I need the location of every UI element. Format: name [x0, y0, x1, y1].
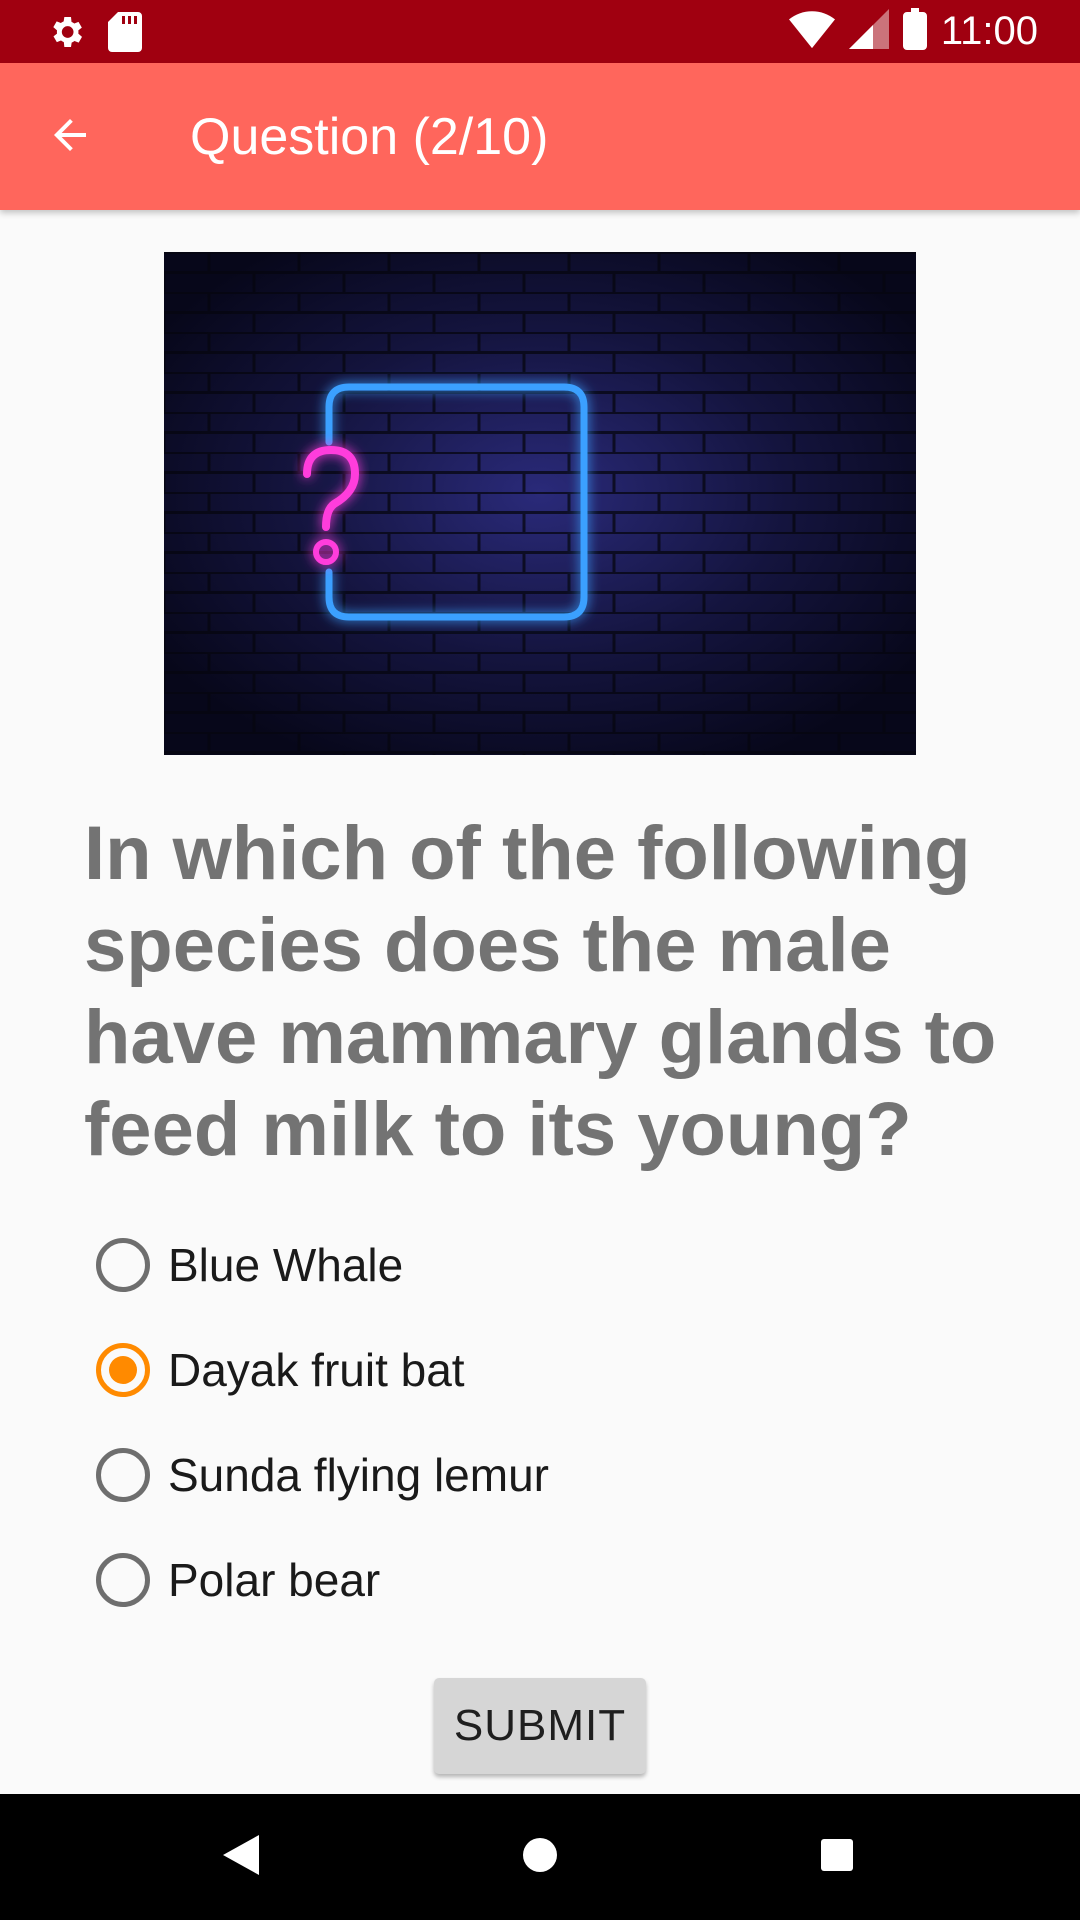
nav-home-button[interactable]: [510, 1827, 570, 1887]
option-label: Sunda flying lemur: [168, 1448, 549, 1501]
option-label: Dayak fruit bat: [168, 1343, 465, 1396]
settings-icon: [46, 12, 86, 57]
option-blue-whale[interactable]: Blue Whale: [96, 1212, 996, 1317]
radio-dot: [109, 1355, 137, 1384]
recents-square-icon: [820, 1838, 854, 1877]
radio-button[interactable]: [96, 1237, 150, 1292]
nav-recents-button[interactable]: [807, 1827, 867, 1887]
answer-options: Blue Whale Dayak fruit bat Sunda flying …: [96, 1212, 996, 1632]
back-triangle-icon: [223, 1834, 259, 1880]
arrow-back-icon: [46, 111, 94, 164]
option-sunda-flying-lemur[interactable]: Sunda flying lemur: [96, 1422, 996, 1527]
signal-icon: [848, 9, 889, 54]
option-label: Blue Whale: [168, 1238, 404, 1291]
question-text: In which of the following species does t…: [84, 811, 997, 1172]
submit-button[interactable]: SUBMIT: [434, 1678, 646, 1774]
wifi-icon: [788, 9, 835, 54]
radio-button-selected[interactable]: [96, 1342, 150, 1397]
status-bar-right: 11:00: [788, 8, 1038, 55]
sd-card-icon: [108, 12, 142, 57]
option-polar-bear[interactable]: Polar bear: [96, 1527, 996, 1632]
radio-button[interactable]: [96, 1552, 150, 1607]
status-time: 11:00: [940, 9, 1038, 53]
home-circle-icon: [522, 1837, 558, 1878]
option-dayak-fruit-bat[interactable]: Dayak fruit bat: [96, 1317, 996, 1422]
question-image: [164, 252, 916, 755]
battery-icon: [902, 8, 927, 55]
page-title: Question (2/10): [190, 108, 549, 166]
radio-button[interactable]: [96, 1447, 150, 1502]
navigation-bar: [0, 1794, 1080, 1920]
status-bar-left: [46, 12, 142, 57]
status-bar: 11:00: [0, 0, 1080, 63]
app-bar: Question (2/10): [0, 63, 1080, 210]
nav-back-button[interactable]: [211, 1827, 271, 1887]
option-label: Polar bear: [168, 1553, 381, 1606]
back-button[interactable]: [40, 107, 100, 167]
